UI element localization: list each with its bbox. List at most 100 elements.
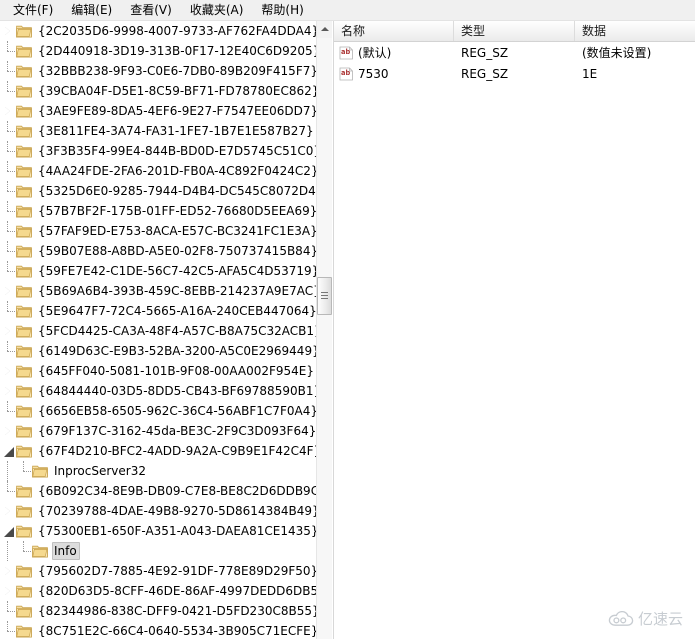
folder-icon — [16, 184, 32, 198]
tree-item[interactable]: {645FF040-5081-101B-9F08-00AA002F954E} — [0, 361, 318, 381]
tree-item[interactable]: {3F3B35F4-99E4-844B-BD0D-E7D5745C51C0} — [0, 141, 318, 161]
collapse-triangle-icon[interactable] — [0, 521, 16, 541]
tree-guide-line — [0, 461, 16, 481]
expand-triangle-icon[interactable] — [0, 21, 16, 41]
folder-icon — [16, 224, 32, 238]
tree-item-label: {5B69A6B4-393B-459C-8EBB-214237A9E7AC} — [38, 284, 318, 298]
string-value-icon: ab — [339, 67, 354, 81]
value-data-cell: (数值未设置) — [582, 45, 652, 60]
tree-guide-line — [0, 121, 16, 141]
tree-item-label: Info — [52, 542, 80, 560]
value-name-cell: ab 7530 — [334, 65, 454, 83]
tree-item[interactable]: {3E811FE4-3A74-FA31-1FE7-1B7E1E587B27} — [0, 121, 318, 141]
tree-item-label: {3AE9FE89-8DA5-4EF6-9E27-F7547EE06DD7} — [38, 104, 318, 118]
tree-item[interactable]: {32BBB238-9F93-C0E6-7DB0-89B209F415F7} — [0, 61, 318, 81]
expand-triangle-icon[interactable] — [0, 321, 16, 341]
value-data-cell: 1E — [582, 66, 598, 81]
tree-item[interactable]: {820D63D5-8CFF-46DE-86AF-4997DEDD6DB5} — [0, 581, 318, 601]
folder-icon — [16, 384, 32, 398]
tree-item[interactable]: {4AA24FDE-2FA6-201D-FB0A-4C892F0424C2} — [0, 161, 318, 181]
tree-guide-line — [0, 161, 16, 181]
tree-item-label: {70239788-4DAE-49B8-9270-5D8614384B49} — [38, 504, 318, 518]
tree-item[interactable]: Info — [0, 541, 318, 561]
tree-item-label: {6B092C34-8E9B-DB09-C7E8-BE8C2D6DDB9C} — [38, 484, 318, 498]
tree-item[interactable]: {6B092C34-8E9B-DB09-C7E8-BE8C2D6DDB9C} — [0, 481, 318, 501]
folder-icon — [16, 604, 32, 618]
tree-item[interactable]: {75300EB1-650F-A351-A043-DAEA81CE1435} — [0, 521, 318, 541]
expand-triangle-icon[interactable] — [0, 381, 16, 401]
tree-item-label: {64844440-03D5-8DD5-CB43-BF69788590B1} — [38, 384, 318, 398]
tree-item[interactable]: {5325D6E0-9285-7944-D4B4-DC545C8072D4} — [0, 181, 318, 201]
folder-icon — [16, 564, 32, 578]
tree-item[interactable]: {64844440-03D5-8DD5-CB43-BF69788590B1} — [0, 381, 318, 401]
tree-item-label: {59B07E88-A8BD-A5E0-02F8-750737415B84} — [38, 244, 318, 258]
folder-icon — [16, 104, 32, 118]
tree-item-label: {75300EB1-650F-A351-A043-DAEA81CE1435} — [38, 524, 318, 538]
menu-view[interactable]: 查看(V) — [121, 1, 181, 20]
tree-item[interactable]: {5E9647F7-72C4-5665-A16A-240CEB447064} — [0, 301, 318, 321]
tree-guide-line — [0, 81, 16, 101]
value-row[interactable]: ab 7530 REG_SZ 1E — [334, 63, 695, 84]
scrollbar-thumb[interactable] — [317, 277, 332, 315]
menu-file[interactable]: 文件(F) — [4, 1, 62, 20]
tree-item[interactable]: {82344986-838C-DFF9-0421-D5FD230C8B55} — [0, 601, 318, 621]
tree-guide-line — [0, 261, 16, 281]
folder-icon — [16, 504, 32, 518]
tree-guide-line — [0, 481, 16, 501]
tree-item[interactable]: {679F137C-3162-45da-BE3C-2F9C3D093F64} — [0, 421, 318, 441]
column-header-name[interactable]: 名称 — [334, 21, 454, 41]
registry-tree[interactable]: {2C2035D6-9998-4007-9733-AF762FA4DDA4} {2… — [0, 21, 318, 639]
expand-triangle-icon[interactable] — [0, 361, 16, 381]
tree-guide-line — [16, 541, 32, 561]
folder-icon — [16, 64, 32, 78]
menu-edit[interactable]: 编辑(E) — [62, 1, 121, 20]
expand-triangle-icon[interactable] — [0, 581, 16, 601]
tree-guide-line — [0, 601, 16, 621]
tree-item[interactable]: {57B7BF2F-175B-01FF-ED52-76680D5EEA69} — [0, 201, 318, 221]
menu-favorites[interactable]: 收藏夹(A) — [181, 1, 253, 20]
expand-triangle-icon[interactable] — [0, 561, 16, 581]
expand-triangle-icon[interactable] — [0, 101, 16, 121]
folder-icon — [16, 284, 32, 298]
tree-item-label: {4AA24FDE-2FA6-201D-FB0A-4C892F0424C2} — [38, 164, 318, 178]
tree-item[interactable]: {6656EB58-6505-962C-36C4-56ABF1C7F0A4} — [0, 401, 318, 421]
scroll-up-arrow-icon[interactable] — [317, 21, 332, 38]
values-list[interactable]: ab (默认) REG_SZ (数值未设置) ab 7530 REG_SZ 1E — [334, 42, 695, 84]
tree-item-label: {5E9647F7-72C4-5665-A16A-240CEB447064} — [38, 304, 317, 318]
tree-item[interactable]: {57FAF9ED-E753-8ACA-E57C-BC3241FC1E3A} — [0, 221, 318, 241]
folder-icon — [16, 264, 32, 278]
column-header-type[interactable]: 类型 — [454, 21, 575, 41]
expand-triangle-icon[interactable] — [0, 501, 16, 521]
tree-item[interactable]: {39CBA04F-D5E1-8C59-BF71-FD78780EC862} — [0, 81, 318, 101]
value-name-label: 7530 — [358, 66, 389, 81]
menu-help[interactable]: 帮助(H) — [252, 1, 312, 20]
tree-item[interactable]: {8C751E2C-66C4-0640-5534-3B905C71ECFE} — [0, 621, 318, 639]
tree-item[interactable]: {70239788-4DAE-49B8-9270-5D8614384B49} — [0, 501, 318, 521]
tree-guide-line — [0, 221, 16, 241]
value-name-cell: ab (默认) — [334, 44, 454, 62]
tree-item[interactable]: {2D440918-3D19-313B-0F17-12E40C6D9205} — [0, 41, 318, 61]
tree-item[interactable]: {3AE9FE89-8DA5-4EF6-9E27-F7547EE06DD7} — [0, 101, 318, 121]
expand-triangle-icon[interactable] — [0, 281, 16, 301]
tree-item[interactable]: {5B69A6B4-393B-459C-8EBB-214237A9E7AC} — [0, 281, 318, 301]
column-header-data[interactable]: 数据 — [575, 21, 695, 41]
tree-vertical-scrollbar[interactable] — [316, 21, 332, 639]
tree-item[interactable]: {5FCD4425-CA3A-48F4-A57C-B8A75C32ACB1} — [0, 321, 318, 341]
folder-icon — [16, 364, 32, 378]
tree-item[interactable]: {6149D63C-E9B3-52BA-3200-A5C0E2969449} — [0, 341, 318, 361]
folder-icon — [16, 484, 32, 498]
collapse-triangle-icon[interactable] — [0, 441, 16, 461]
svg-text:ab: ab — [341, 69, 350, 77]
tree-item[interactable]: {59FE7E42-C1DE-56C7-42C5-AFA5C4D53719} — [0, 261, 318, 281]
expand-triangle-icon[interactable] — [0, 421, 16, 441]
tree-item[interactable]: InprocServer32 — [0, 461, 318, 481]
folder-icon — [16, 124, 32, 138]
value-type-cell: REG_SZ — [461, 66, 509, 81]
tree-item[interactable]: {59B07E88-A8BD-A5E0-02F8-750737415B84} — [0, 241, 318, 261]
tree-item[interactable]: {795602D7-7885-4E92-91DF-778E89D29F50} — [0, 561, 318, 581]
folder-icon — [16, 44, 32, 58]
tree-item[interactable]: {67F4D210-BFC2-4ADD-9A2A-C9B9E1F42C4F} — [0, 441, 318, 461]
value-row[interactable]: ab (默认) REG_SZ (数值未设置) — [334, 42, 695, 63]
tree-item-label: {679F137C-3162-45da-BE3C-2F9C3D093F64} — [38, 424, 317, 438]
tree-item[interactable]: {2C2035D6-9998-4007-9733-AF762FA4DDA4} — [0, 21, 318, 41]
